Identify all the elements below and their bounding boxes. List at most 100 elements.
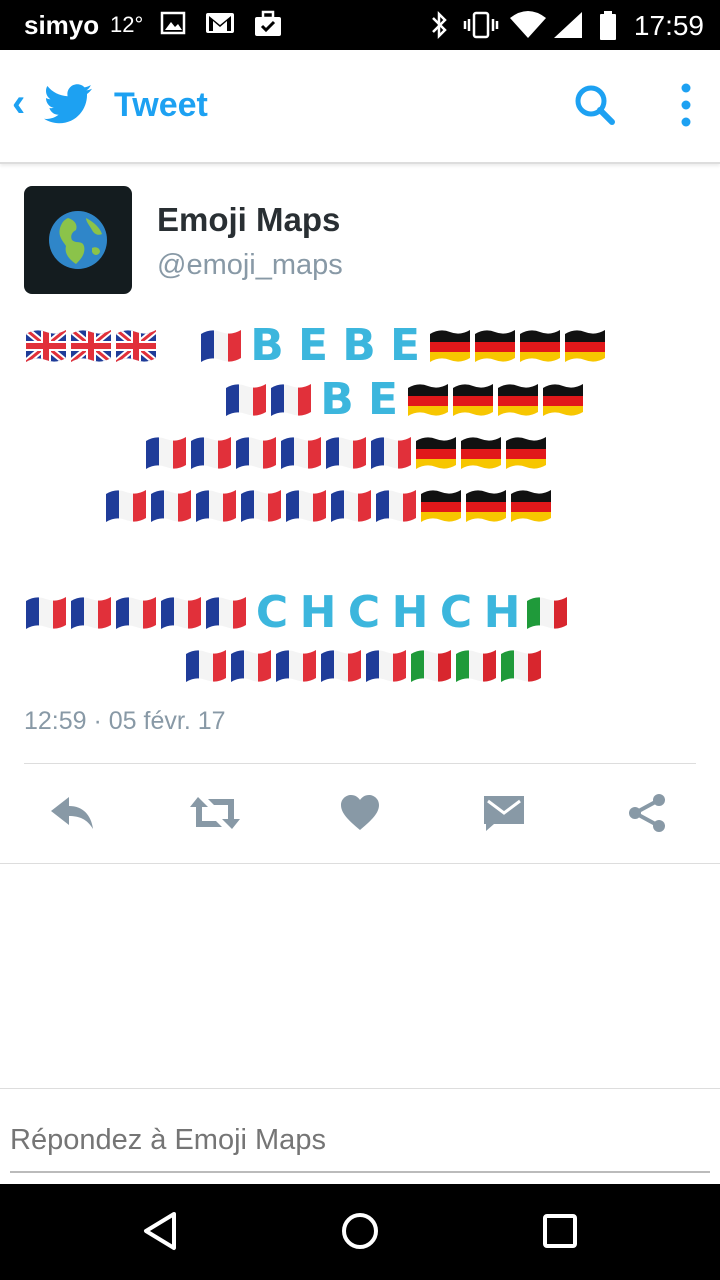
recents-square-icon <box>540 1211 580 1256</box>
france-flag-icon <box>114 595 158 629</box>
tweet-letter: B <box>320 373 354 425</box>
germany-flag-icon <box>451 382 495 416</box>
battery-icon <box>598 10 618 47</box>
germany-flag-icon <box>518 328 562 362</box>
like-button[interactable] <box>335 790 385 840</box>
search-icon <box>572 85 618 132</box>
message-icon <box>482 794 526 837</box>
tweet-letter: E <box>297 319 329 371</box>
france-flag-icon <box>199 328 243 362</box>
carrier-label: simyo <box>24 10 100 40</box>
reply-input[interactable] <box>10 1109 710 1173</box>
overflow-menu-button[interactable] <box>666 82 706 132</box>
germany-flag-icon <box>428 328 472 362</box>
tweet-letter: E <box>367 373 399 425</box>
app-bar: ‹ Tweet <box>0 50 720 164</box>
emoji-row-5: CHCHCH <box>24 587 570 638</box>
germany-flag-icon <box>419 488 463 522</box>
france-flag-icon <box>24 595 68 629</box>
france-flag-icon <box>364 648 408 682</box>
page-title: Tweet <box>114 86 208 124</box>
emoji-row-1: BEBE <box>24 320 608 371</box>
back-chevron-icon: ‹ <box>12 81 26 125</box>
home-circle-icon <box>339 1210 381 1257</box>
retweet-button[interactable] <box>190 790 240 840</box>
tweet-letter: B <box>250 319 284 371</box>
nav-home-button[interactable] <box>330 1208 390 1258</box>
vibrate-icon <box>462 10 500 45</box>
france-flag-icon <box>144 435 188 469</box>
germany-flag-icon <box>406 382 450 416</box>
author-name[interactable]: Emoji Maps <box>157 201 340 239</box>
tweet-letter: C <box>255 586 289 638</box>
france-flag-icon <box>274 648 318 682</box>
germany-flag-icon <box>541 382 585 416</box>
germany-flag-icon <box>563 328 607 362</box>
direct-message-button[interactable] <box>479 790 529 840</box>
italy-flag-icon <box>525 595 569 629</box>
italy-flag-icon <box>499 648 543 682</box>
retweet-icon <box>188 793 242 838</box>
tweet-letter: E <box>389 319 421 371</box>
france-flag-icon <box>239 488 283 522</box>
france-flag-icon <box>234 435 278 469</box>
nav-back-button[interactable] <box>130 1208 190 1258</box>
author-handle[interactable]: @emoji_maps <box>157 249 343 282</box>
france-flag-icon <box>279 435 323 469</box>
tweet-letter: H <box>299 586 337 638</box>
tweet-letter: C <box>439 586 473 638</box>
divider <box>24 763 696 764</box>
france-flag-icon <box>369 435 413 469</box>
more-vertical-icon <box>666 83 706 132</box>
reply-icon <box>49 793 97 838</box>
reply-button[interactable] <box>48 790 98 840</box>
italy-flag-icon <box>454 648 498 682</box>
france-flag-icon <box>329 488 373 522</box>
france-flag-icon <box>319 648 363 682</box>
germany-flag-icon <box>473 328 517 362</box>
italy-flag-icon <box>409 648 453 682</box>
emoji-row-3 <box>144 432 549 472</box>
france-flag-icon <box>374 488 418 522</box>
france-flag-icon <box>149 488 193 522</box>
france-flag-icon <box>194 488 238 522</box>
temperature-label: 12° <box>110 12 144 37</box>
system-nav-bar <box>0 1184 720 1280</box>
tweet-letter: B <box>342 319 376 371</box>
germany-flag-icon <box>496 382 540 416</box>
twitter-bird-icon <box>44 84 92 129</box>
share-button[interactable] <box>623 790 673 840</box>
bluetooth-icon <box>428 10 450 45</box>
back-triangle-icon <box>140 1210 180 1257</box>
france-flag-icon <box>204 595 248 629</box>
emoji-row-6 <box>184 645 544 685</box>
image-icon <box>160 10 186 41</box>
back-button[interactable]: ‹ <box>8 80 98 130</box>
divider <box>0 863 720 864</box>
germany-flag-icon <box>464 488 508 522</box>
avatar[interactable] <box>24 186 132 294</box>
france-flag-icon <box>284 488 328 522</box>
france-flag-icon <box>324 435 368 469</box>
tweet-letter: H <box>391 586 429 638</box>
germany-flag-icon <box>414 435 458 469</box>
uk-flag-icon <box>69 328 113 362</box>
france-flag-icon <box>184 648 228 682</box>
briefcase-check-icon <box>253 10 283 43</box>
uk-flag-icon <box>114 328 158 362</box>
signal-icon <box>552 10 584 45</box>
germany-flag-icon <box>509 488 553 522</box>
nav-recents-button[interactable] <box>530 1208 590 1258</box>
search-button[interactable] <box>572 82 622 132</box>
tweet-actions <box>0 780 720 850</box>
france-flag-icon <box>189 435 233 469</box>
uk-flag-icon <box>24 328 68 362</box>
germany-flag-icon <box>504 435 548 469</box>
emoji-row-2: BE <box>224 374 586 425</box>
emoji-row-4 <box>104 485 554 525</box>
france-flag-icon <box>69 595 113 629</box>
france-flag-icon <box>269 382 313 416</box>
france-flag-icon <box>104 488 148 522</box>
globe-icon <box>48 210 108 275</box>
france-flag-icon <box>224 382 268 416</box>
